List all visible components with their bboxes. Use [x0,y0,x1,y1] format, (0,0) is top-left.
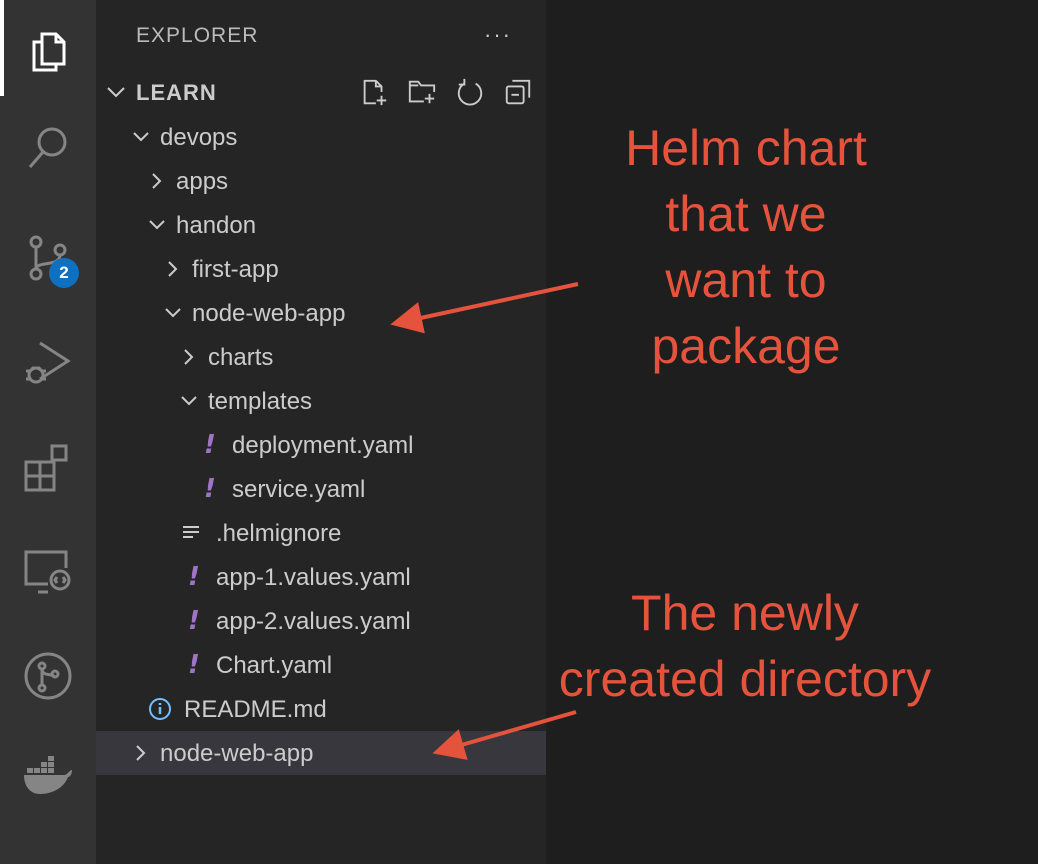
tree-item[interactable]: ! app-2.values.yaml [96,599,546,643]
new-file-button[interactable] [358,76,390,108]
tree-item-label: node-web-app [160,740,314,767]
tree-item-label: handon [176,212,257,239]
tree-item[interactable]: .helmignore [96,511,546,555]
annotation-line: that we [665,186,827,242]
source-control-badge: 2 [49,258,79,288]
chevron-right-icon [168,261,178,277]
remote-explorer-activity-button[interactable] [0,522,96,618]
chevron-down-icon [149,220,165,230]
tree-item[interactable]: first-app [96,247,546,291]
annotation-line: want to [665,252,827,308]
chevron-right-icon [152,173,162,189]
explorer-sidebar: EXPLORER ··· LEARN devops apps handon first… [96,0,546,864]
tree-item[interactable]: ! Chart.yaml [96,643,546,687]
tree-item-label: app-2.values.yaml [216,608,411,635]
yaml-file-icon: ! [204,430,216,460]
tree-item-label: node-web-app [192,300,346,327]
tree-item[interactable]: node-web-app [96,291,546,335]
chevron-down-icon [181,396,197,406]
chevron-right-icon [184,349,194,365]
git-graph-activity-button[interactable] [0,628,96,724]
tree-item[interactable]: ! deployment.yaml [96,423,546,467]
yaml-file-icon: ! [188,606,200,636]
run-debug-icon [26,341,71,384]
remote-explorer-icon [24,550,71,594]
yaml-file-icon: ! [204,474,216,504]
tree-item[interactable]: README.md [96,687,546,731]
tree-item-label: templates [208,388,313,415]
yaml-file-icon: ! [188,562,200,592]
tree-item-label: Chart.yaml [216,652,333,679]
tree-item-label: devops [160,124,238,151]
explorer-activity-button[interactable] [0,0,96,96]
collapse-all-icon [505,79,531,105]
tree-item[interactable]: handon [96,203,546,247]
tree-item-label: charts [208,344,274,371]
yaml-file-icon: ! [188,650,200,680]
source-control-activity-button[interactable] [0,210,96,306]
chevron-right-icon [136,745,146,761]
tree-item[interactable]: templates [96,379,546,423]
extensions-activity-button[interactable] [0,418,96,514]
tree-item[interactable]: ! service.yaml [96,467,546,511]
refresh-button[interactable] [454,76,486,108]
tree-item[interactable]: ! app-1.values.yaml [96,555,546,599]
tree-item[interactable]: apps [96,159,546,203]
section-label: LEARN [136,80,217,105]
annotation-line: The newly [631,585,859,641]
chevron-down-icon [165,308,181,318]
tree-item-label: service.yaml [232,476,366,503]
section-actions [358,76,534,108]
tree-item[interactable]: node-web-app [96,731,546,775]
docker-icon [24,756,72,794]
docker-activity-button[interactable] [0,730,96,826]
new-folder-icon [408,80,436,104]
activity-bar: 2 [0,0,96,864]
tree-item-label: .helmignore [216,520,342,547]
annotation-helm-chart: Helm chart that we want to package [596,115,896,379]
section-header-learn[interactable]: LEARN [96,70,546,114]
tree-item-label: app-1.values.yaml [216,564,411,591]
tree-item-label: first-app [192,256,279,283]
annotation-line: created directory [558,651,932,707]
annotation-line: package [651,318,841,374]
annotation-line: Helm chart [625,120,867,176]
explorer-icon [32,32,66,72]
annotation-new-directory: The newly created directory [520,580,970,712]
run-debug-activity-button[interactable] [0,315,96,411]
info-icon [148,697,171,721]
chevron-down-icon [107,87,125,98]
search-icon [28,127,67,168]
tree-item-label: README.md [184,696,327,723]
new-folder-button[interactable] [406,76,438,108]
chevron-down-icon [133,132,149,142]
explorer-title: EXPLORER [136,24,259,47]
tree-item-label: deployment.yaml [232,432,414,459]
tree-item-label: apps [176,168,229,195]
tree-item[interactable]: charts [96,335,546,379]
extensions-icon [24,444,68,492]
search-activity-button[interactable] [0,100,96,196]
new-file-icon [363,79,387,106]
tree-item[interactable]: devops [96,115,546,159]
text-file-icon [180,521,202,545]
refresh-icon [457,78,483,106]
collapse-all-button[interactable] [502,76,534,108]
git-graph-icon [24,652,72,700]
more-actions-button[interactable]: ··· [484,22,512,48]
